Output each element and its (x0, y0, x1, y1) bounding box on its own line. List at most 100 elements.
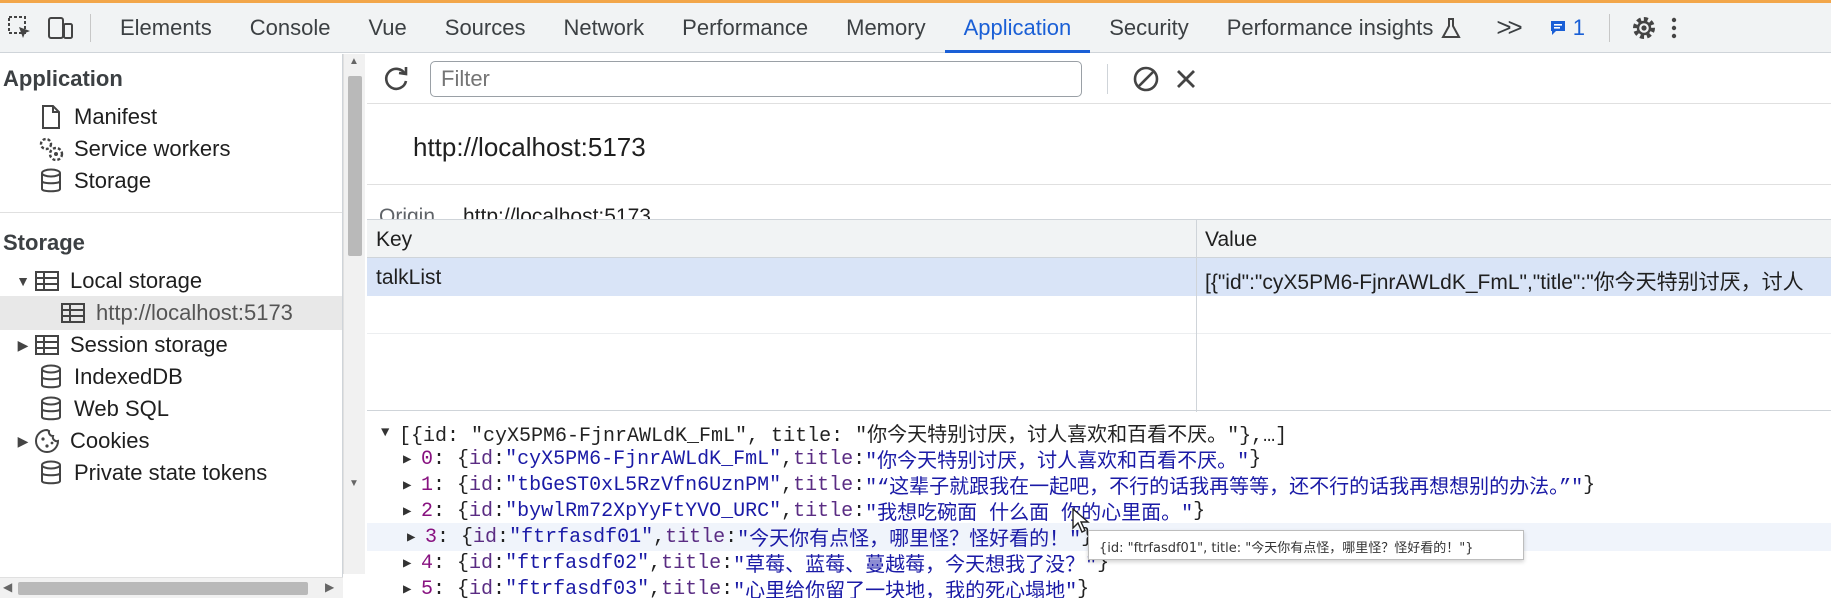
table-icon (32, 266, 62, 296)
inspect-element-icon[interactable] (0, 8, 40, 48)
collapsed-arrow-icon[interactable]: ▶ (14, 433, 32, 450)
device-toolbar-icon[interactable] (40, 8, 80, 48)
sidebar-item-label: Storage (74, 168, 152, 193)
collapsed-arrow-icon[interactable]: ▶ (403, 503, 421, 520)
tab-application[interactable]: Application (944, 3, 1091, 53)
tree-root[interactable]: ▼ [{id: "cyX5PM6-FjnrAWLdK_FmL", title: … (381, 419, 1287, 448)
table-icon (58, 298, 88, 328)
sidebar-item-label: Private state tokens (74, 460, 268, 485)
sidebar-item-web-sql[interactable]: Web SQL (0, 392, 342, 426)
application-section-title: Application (3, 66, 123, 91)
refresh-icon[interactable] (381, 64, 411, 99)
section-divider (0, 212, 342, 213)
column-divider[interactable] (1196, 220, 1197, 412)
storage-section-title: Storage (3, 230, 85, 255)
column-header-value[interactable]: Value (1205, 228, 1831, 252)
tree-item-id: "tbGeST0xL5RzVfn6UznPM" (505, 473, 782, 497)
tab-vue[interactable]: Vue (349, 3, 425, 53)
tree-item-index: 3 (425, 525, 438, 549)
collapsed-arrow-icon[interactable]: ▶ (403, 477, 421, 494)
row-key-cell[interactable]: talkList (376, 266, 441, 290)
tree-item-index: 4 (421, 551, 434, 575)
storage-toolbar (367, 54, 1831, 104)
table-icon (32, 330, 62, 360)
delete-selected-icon[interactable] (1173, 66, 1199, 97)
tab-performance[interactable]: Performance (663, 3, 827, 53)
sidebar-item-label: Session storage (70, 332, 228, 357)
scrollbar-thumb[interactable] (18, 582, 308, 595)
tab-security[interactable]: Security (1090, 3, 1207, 53)
sidebar-item-label: Cookies (70, 428, 150, 453)
expanded-arrow-icon[interactable]: ▼ (381, 425, 399, 441)
sidebar-item-localhost-5173[interactable]: http://localhost:5173 (0, 296, 342, 330)
table-row[interactable]: talkList [{"id":"cyX5PM6-FjnrAWLdK_FmL",… (367, 258, 1831, 296)
sidebar-item-session-storage[interactable]: ▶ Session storage (0, 328, 342, 362)
collapsed-arrow-icon[interactable]: ▶ (403, 555, 421, 572)
sidebar-item-service-workers[interactable]: Service workers (0, 132, 342, 166)
tree-item-title: "心里给你留了一块地，我的死心塌地" (733, 581, 1078, 598)
collapsed-arrow-icon[interactable]: ▶ (403, 451, 421, 468)
devtools-tabbar: Elements Console Vue Sources Network Per… (0, 3, 1831, 53)
scroll-up-arrow-icon[interactable]: ▲ (349, 56, 359, 67)
tab-performance-insights-label: Performance insights (1226, 14, 1434, 40)
sidebar-item-manifest[interactable]: Manifest (0, 100, 342, 134)
sidebar-item-indexeddb[interactable]: IndexedDB (0, 360, 342, 394)
issues-count: 1 (1572, 14, 1585, 40)
sidebar-item-private-state-tokens[interactable]: Private state tokens (0, 456, 342, 490)
tab-elements[interactable]: Elements (101, 3, 231, 53)
local-storage-panel: http://localhost:5173 Origin http://loca… (367, 54, 1831, 598)
tree-item-index: 2 (421, 499, 434, 523)
settings-gear-icon[interactable] (1624, 8, 1664, 48)
tree-item-id: "cyX5PM6-FjnrAWLdK_FmL" (505, 447, 782, 471)
tab-sources[interactable]: Sources (426, 3, 545, 53)
tree-item-id: "ftrfasdf01" (509, 525, 654, 549)
sidebar-item-storage[interactable]: Storage (0, 164, 342, 198)
database-icon (36, 394, 66, 424)
tab-network[interactable]: Network (544, 3, 663, 53)
storage-data-grid: Key Value talkList [{"id":"cyX5PM6-FjnrA… (367, 219, 1831, 412)
hover-tooltip: {id: "ftrfasdf01", title: "今天你有点怪，哪里怪？怪好… (1088, 530, 1524, 560)
tree-item[interactable]: ▶ 1: {id: "tbGeST0xL5RzVfn6UznPM", title… (403, 471, 1595, 501)
scroll-right-arrow-icon[interactable]: ▶ (325, 580, 334, 594)
collapsed-arrow-icon[interactable]: ▶ (403, 581, 421, 598)
value-preview-tree: ▼ [{id: "cyX5PM6-FjnrAWLdK_FmL", title: … (367, 411, 1831, 598)
scrollbar-thumb[interactable] (348, 76, 362, 256)
column-header-key[interactable]: Key (376, 228, 412, 252)
sidebar-item-local-storage[interactable]: ▼ Local storage (0, 264, 342, 298)
toolbar-separator (1608, 13, 1610, 42)
expanded-arrow-icon[interactable]: ▼ (14, 273, 32, 289)
tree-item[interactable]: ▶ 4: {id: "ftrfasdf02", title: "草莓、蓝莓、蔓越… (403, 549, 1109, 579)
tab-performance-insights[interactable]: Performance insights (1208, 3, 1481, 53)
tab-console[interactable]: Console (231, 3, 350, 53)
tree-item[interactable]: ▶ 5: {id: "ftrfasdf03", title: "心里给你留了一块… (403, 575, 1089, 598)
tree-item-index: 5 (421, 577, 434, 598)
message-icon (1550, 20, 1565, 35)
row-value-cell[interactable]: [{"id":"cyX5PM6-FjnrAWLdK_FmL","title":"… (1205, 266, 1831, 296)
toolbar-separator (1107, 64, 1108, 94)
tab-memory[interactable]: Memory (827, 3, 944, 53)
issues-counter[interactable]: 1 (1535, 15, 1599, 41)
filter-input[interactable] (430, 61, 1082, 97)
more-tabs-button[interactable]: >> (1480, 12, 1534, 43)
tree-item-id: "bywlRm72XpYyFtYVO_URC" (505, 499, 782, 523)
tree-item-id: "ftrfasdf03" (505, 577, 650, 598)
tree-item[interactable]: ▶ 0: {id: "cyX5PM6-FjnrAWLdK_FmL", title… (403, 445, 1261, 475)
database-icon (36, 362, 66, 392)
document-icon (36, 102, 66, 132)
clear-all-icon[interactable] (1131, 64, 1161, 99)
sidebar-item-label: http://localhost:5173 (96, 300, 293, 325)
tree-item-index: 0 (421, 447, 434, 471)
collapsed-arrow-icon[interactable]: ▶ (407, 529, 425, 546)
gears-icon (36, 134, 66, 164)
application-sidebar: Application Manifest Service workers Sto… (0, 54, 343, 598)
collapsed-arrow-icon[interactable]: ▶ (14, 337, 32, 354)
scroll-down-arrow-icon[interactable]: ▼ (349, 478, 359, 489)
grid-header: Key Value (367, 220, 1831, 258)
scroll-left-arrow-icon[interactable]: ◀ (3, 580, 12, 594)
sidebar-horizontal-scrollbar[interactable]: ◀ ▶ (0, 577, 343, 598)
sidebar-item-cookies[interactable]: ▶ Cookies (0, 424, 342, 458)
more-options-icon[interactable] (1664, 8, 1684, 48)
sidebar-vertical-scrollbar[interactable]: ▲ ▼ (343, 54, 365, 574)
tree-item-index: 1 (421, 473, 434, 497)
origin-heading: http://localhost:5173 (413, 132, 646, 162)
